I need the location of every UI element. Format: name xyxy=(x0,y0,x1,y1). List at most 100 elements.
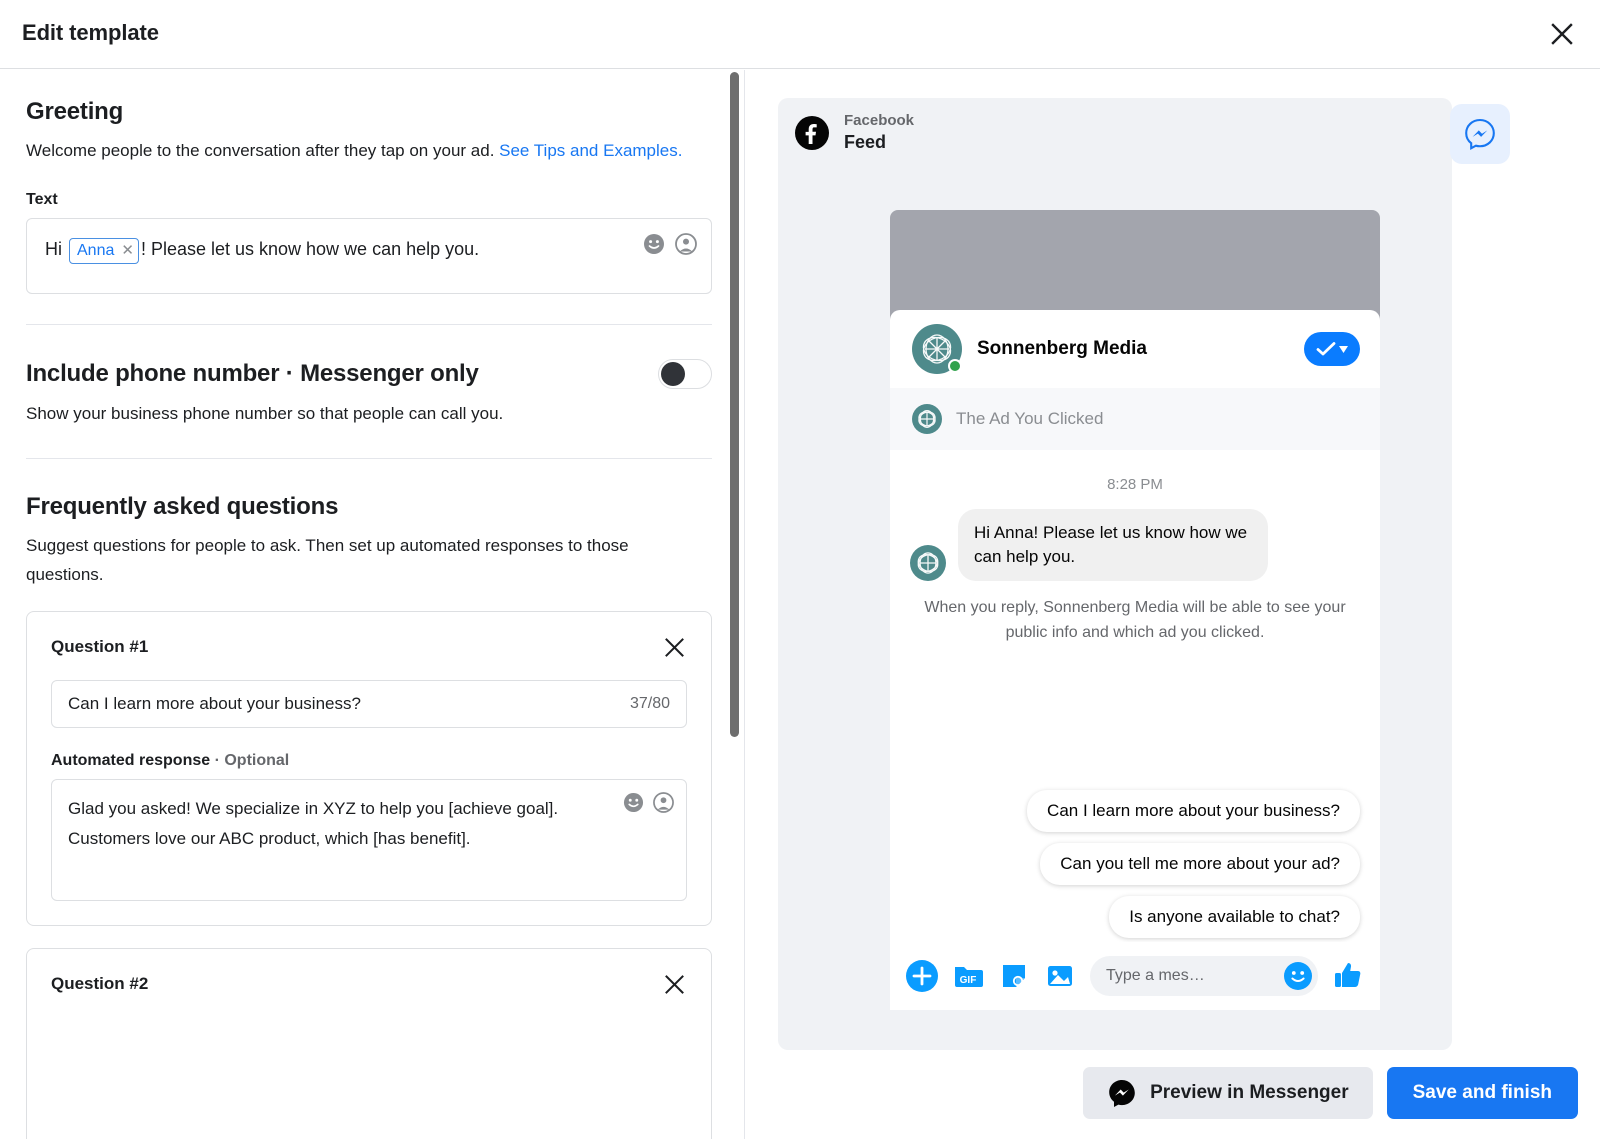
remove-question-1-button[interactable] xyxy=(661,634,687,660)
messenger-chat-window: Sonnenberg Media The Ad You Clicked 8:28… xyxy=(890,310,1380,1010)
close-button[interactable] xyxy=(1542,14,1582,54)
greeting-heading: Greeting xyxy=(26,98,124,125)
include-phone-toggle[interactable] xyxy=(658,359,712,389)
facebook-logo-icon xyxy=(795,115,829,150)
ad-clicked-label: The Ad You Clicked xyxy=(956,409,1104,428)
caret-down-icon xyxy=(1339,345,1348,353)
person-circle-icon[interactable] xyxy=(675,233,697,255)
verified-badge[interactable] xyxy=(1304,332,1360,366)
question-2-title: Question #2 xyxy=(51,974,149,993)
chip-remove-icon[interactable]: ✕ xyxy=(121,239,134,263)
include-phone-row: Include phone number · Messenger only xyxy=(26,359,712,389)
incoming-message-row: Hi Anna! Please let us know how we can h… xyxy=(910,509,1360,581)
placement-platform: Facebook xyxy=(844,112,915,129)
business-avatar-icon xyxy=(912,404,942,434)
automated-response-title: Automated response xyxy=(51,752,211,769)
greeting-text-suffix: ! Please let us know how we can help you… xyxy=(140,239,480,259)
faq-card-1-header: Question #1 xyxy=(51,634,687,660)
personalization-chip[interactable]: Anna ✕ xyxy=(69,238,139,264)
automated-response-optional: Optional xyxy=(224,752,290,769)
greeting-input-icons xyxy=(643,233,697,255)
message-timestamp: 8:28 PM xyxy=(1107,476,1163,493)
thumbs-up-icon[interactable] xyxy=(1332,960,1364,992)
avatar xyxy=(912,324,962,374)
editor-pane: Greeting Welcome people to the conversat… xyxy=(0,70,745,1139)
person-circle-icon[interactable] xyxy=(653,792,674,813)
greeting-text-input[interactable]: Hi Anna ✕ ! Please let us know how we can … xyxy=(26,218,712,294)
greeting-message-bubble: Hi Anna! Please let us know how we can h… xyxy=(958,509,1268,581)
editor-scroll-area: Greeting Welcome people to the conversat… xyxy=(0,70,744,1139)
message-text-input[interactable]: Type a mes… xyxy=(1090,956,1318,996)
gif-label: GIF xyxy=(960,975,977,986)
emoji-icon[interactable] xyxy=(623,792,644,813)
editor-scrollbar-thumb[interactable] xyxy=(730,72,739,737)
divider-1 xyxy=(26,324,712,325)
messenger-icon xyxy=(1465,118,1495,150)
modal-header: Edit template xyxy=(0,0,1600,69)
suggested-reply[interactable]: Is anyone available to chat? xyxy=(1109,896,1360,938)
ad-clicked-row: The Ad You Clicked xyxy=(890,388,1380,450)
chip-label: Anna xyxy=(77,242,115,259)
response-input-icons xyxy=(623,792,674,813)
chat-body: 8:28 PM Hi Anna! Please let us know how … xyxy=(890,476,1380,645)
message-placeholder: Type a mes… xyxy=(1106,967,1205,984)
preview-pane: Facebook Feed Sonnenberg Media The Ad Yo… xyxy=(746,70,1600,1139)
automated-response-label: Automated response · Optional xyxy=(51,752,290,769)
question-1-input[interactable]: Can I learn more about your business? 37… xyxy=(51,680,687,728)
include-phone-description: Show your business phone number so that … xyxy=(26,404,504,423)
placement-labels: Facebook Feed xyxy=(844,112,914,153)
question-1-value: Can I learn more about your business? xyxy=(68,694,361,713)
message-input-bar: GIF Type a mes… xyxy=(890,942,1380,1010)
question-1-title: Question #1 xyxy=(51,637,149,656)
phone-mock: Sonnenberg Media The Ad You Clicked 8:28… xyxy=(890,210,1380,1030)
faq-card-2: Question #2 xyxy=(26,948,712,1139)
business-avatar-icon xyxy=(910,545,946,581)
remove-question-2-button[interactable] xyxy=(661,971,687,997)
preview-in-messenger-button[interactable]: Preview in Messenger xyxy=(1083,1067,1373,1119)
sticker-icon[interactable] xyxy=(998,960,1030,992)
page-title: Edit template xyxy=(22,20,159,45)
verified-check-icon xyxy=(1316,342,1336,356)
remove-question-icon xyxy=(664,637,684,657)
greeting-description: Welcome people to the conversation after… xyxy=(26,136,705,165)
question-1-counter: 37/80 xyxy=(629,695,670,712)
editor-scrollbar-track[interactable] xyxy=(730,70,742,1139)
automated-response-1-value: Glad you asked! We specialize in XYZ to … xyxy=(68,799,559,848)
greeting-text-prefix: Hi xyxy=(45,239,67,259)
plus-circle-icon[interactable] xyxy=(906,960,938,992)
messenger-launcher-button[interactable] xyxy=(1450,104,1510,164)
faq-card-2-body xyxy=(51,1017,687,1137)
see-tips-and-examples-link[interactable]: See Tips and Examples. xyxy=(499,141,682,160)
business-name: Sonnenberg Media xyxy=(977,338,1147,359)
automated-response-1-input[interactable]: Glad you asked! We specialize in XYZ to … xyxy=(51,779,687,901)
divider-2 xyxy=(26,458,712,459)
chat-header-left: Sonnenberg Media xyxy=(912,324,1147,374)
toggle-knob xyxy=(661,362,685,386)
photo-icon[interactable] xyxy=(1044,960,1076,992)
suggested-reply[interactable]: Can you tell me more about your ad? xyxy=(1040,843,1360,885)
faq-card-1: Question #1 Can I learn more about your … xyxy=(26,611,712,926)
save-and-finish-button[interactable]: Save and finish xyxy=(1386,1067,1578,1119)
footer-actions: Preview in Messenger Save and finish xyxy=(1083,1067,1578,1119)
faq-description: Suggest questions for people to ask. The… xyxy=(26,536,629,584)
close-icon xyxy=(1551,23,1573,45)
greeting-description-text: Welcome people to the conversation after… xyxy=(26,141,500,160)
suggested-reply[interactable]: Can I learn more about your business? xyxy=(1027,790,1360,832)
online-status-dot xyxy=(948,359,962,373)
gif-icon[interactable]: GIF xyxy=(952,960,984,992)
messenger-round-icon xyxy=(1109,1080,1135,1107)
include-phone-heading: Include phone number · Messenger only xyxy=(26,360,479,387)
emoji-icon[interactable] xyxy=(643,233,665,255)
emoji-smiley-icon[interactable] xyxy=(1284,962,1312,990)
preview-in-messenger-label: Preview in Messenger xyxy=(1150,1082,1349,1103)
greeting-text-label: Text xyxy=(26,191,58,208)
chat-header: Sonnenberg Media xyxy=(890,310,1380,388)
placement-name: Feed xyxy=(844,131,887,152)
faq-heading: Frequently asked questions xyxy=(26,493,339,520)
remove-question-icon xyxy=(664,974,684,994)
save-and-finish-label: Save and finish xyxy=(1412,1082,1552,1103)
faq-card-2-header: Question #2 xyxy=(51,971,687,997)
placement-header: Facebook Feed xyxy=(794,112,914,153)
privacy-disclaimer: When you reply, Sonnenberg Media will be… xyxy=(924,599,1346,641)
suggested-replies: Can I learn more about your business? Ca… xyxy=(910,790,1360,938)
